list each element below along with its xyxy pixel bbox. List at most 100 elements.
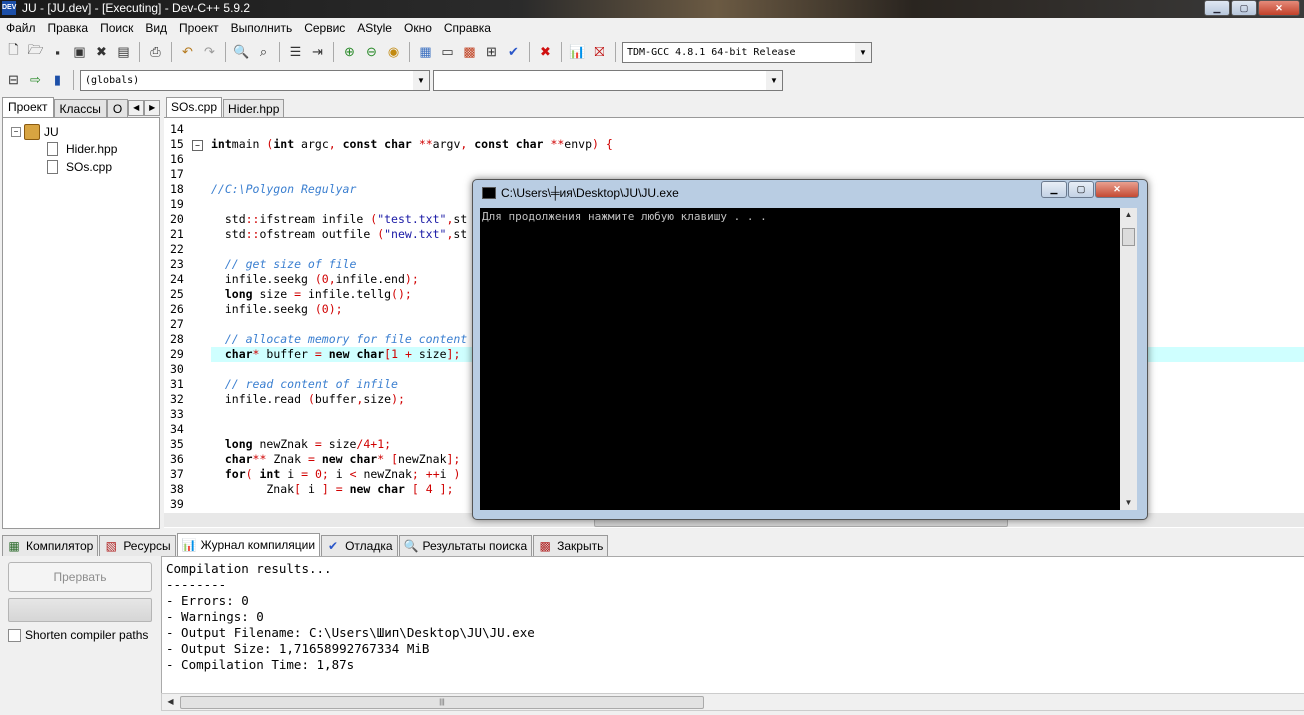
member-select[interactable]: ▼: [433, 69, 783, 91]
shorten-paths-option[interactable]: Shorten compiler paths: [8, 628, 148, 642]
replace-icon[interactable]: ⌕: [254, 43, 273, 62]
code-token: (: [314, 302, 322, 316]
compile-run-icon[interactable]: ▩: [460, 43, 479, 62]
redo-icon[interactable]: ↷: [200, 43, 219, 62]
remove-from-project-icon[interactable]: ⊖: [362, 43, 381, 62]
code-token: buffer: [314, 392, 357, 406]
compile-log[interactable]: Compilation results... -------- - Errors…: [161, 556, 1304, 695]
code-token: char: [211, 347, 253, 361]
new-file-icon[interactable]: 🗋: [4, 42, 23, 62]
maximize-button[interactable]: ▢: [1231, 0, 1257, 16]
close-file-icon[interactable]: ✖: [92, 43, 111, 62]
run-icon[interactable]: ▭: [438, 43, 457, 62]
indent-icon[interactable]: ☰: [286, 43, 305, 62]
open-file-icon[interactable]: 🗁: [26, 42, 45, 62]
menu-file[interactable]: Файл: [0, 21, 42, 35]
code-token: ]: [321, 482, 329, 496]
fold-icon[interactable]: −: [192, 140, 203, 151]
chevron-down-icon[interactable]: ▼: [766, 70, 782, 90]
tab-resources[interactable]: ▧ Ресурсы: [99, 535, 176, 556]
code-token: infile.end: [335, 272, 405, 286]
compile-icon[interactable]: ▦: [416, 43, 435, 62]
abort-button[interactable]: Прервать: [8, 562, 152, 592]
code-token: (: [314, 272, 322, 286]
tab-debug[interactable]: ✔ Отладка: [321, 535, 398, 556]
scrollbar-thumb[interactable]: |||: [180, 696, 704, 709]
code-token: size: [411, 347, 447, 361]
code-text: intmain (int argc, const char **argv, co…: [211, 137, 613, 152]
close-button[interactable]: ✕: [1258, 0, 1300, 16]
code-token: infile.tellg: [301, 287, 392, 301]
scroll-up-icon[interactable]: ▲: [1120, 208, 1137, 222]
tree-file-sos[interactable]: SOs.cpp: [47, 160, 112, 174]
tab-debug[interactable]: О: [106, 99, 129, 118]
toggle-bookmark-icon[interactable]: ⇨: [26, 71, 45, 90]
menu-help[interactable]: Справка: [438, 21, 497, 35]
window-title: JU - [JU.dev] - [Executing] - Dev-C++ 5.…: [22, 1, 251, 15]
profile-icon[interactable]: 📊: [568, 43, 587, 62]
tab-classes[interactable]: Классы: [53, 99, 107, 118]
console-vertical-scrollbar[interactable]: ▲ ▼: [1120, 208, 1137, 510]
console-minimize-button[interactable]: ▁: [1041, 181, 1067, 198]
menu-execute[interactable]: Выполнить: [225, 21, 299, 35]
tab-scroll-right-icon[interactable]: ▶: [144, 100, 161, 116]
menu-astyle[interactable]: AStyle: [351, 21, 398, 35]
menu-search[interactable]: Поиск: [94, 21, 139, 35]
code-token: "new.txt": [384, 227, 447, 241]
save-all-icon[interactable]: ▣: [70, 43, 89, 62]
menu-view[interactable]: Вид: [139, 21, 173, 35]
delete-profile-icon[interactable]: ⛝: [590, 43, 609, 62]
compiler-select[interactable]: TDM-GCC 4.8.1 64-bit Release ▼: [622, 41, 872, 63]
code-token: long: [211, 287, 253, 301]
scope-select[interactable]: (globals) ▼: [80, 69, 430, 91]
chevron-down-icon[interactable]: ▼: [413, 70, 429, 90]
scroll-down-icon[interactable]: ▼: [1120, 496, 1137, 510]
menu-project[interactable]: Проект: [173, 21, 225, 35]
code-token: ::: [245, 227, 260, 241]
tab-scroll-left-icon[interactable]: ◀: [128, 100, 145, 116]
tab-hider-hpp[interactable]: Hider.hpp: [223, 99, 285, 118]
minimize-button[interactable]: ▁: [1204, 0, 1230, 16]
project-options-icon[interactable]: ◉: [384, 43, 403, 62]
close-all-icon[interactable]: ▤: [114, 43, 133, 62]
goto-bookmark-icon[interactable]: ▮: [48, 71, 67, 90]
console-window[interactable]: C:\Users\╪ия\Desktop\JU\JU.exe ▁ ▢ ✕ Для…: [472, 179, 1148, 520]
scrollbar-thumb[interactable]: [1122, 228, 1135, 246]
add-to-project-icon[interactable]: ⊕: [340, 43, 359, 62]
code-text: Znak[ i ] = new char [ 4 ];: [211, 482, 453, 497]
console-maximize-button[interactable]: ▢: [1068, 181, 1094, 198]
menu-edit[interactable]: Правка: [42, 21, 95, 35]
line-number: 38: [170, 482, 184, 496]
scroll-left-icon[interactable]: ◀: [162, 695, 179, 709]
code-token: size: [252, 287, 295, 301]
tab-compile-log[interactable]: 📊 Журнал компиляции: [176, 533, 321, 556]
insert-icon[interactable]: ⊟: [4, 71, 23, 90]
tab-compiler[interactable]: ▦ Компилятор: [2, 535, 99, 556]
console-output[interactable]: Для продолжения нажмите любую клавишу . …: [480, 208, 1120, 510]
save-icon[interactable]: ▪: [48, 43, 67, 62]
tab-close[interactable]: ▩ Закрыть: [533, 535, 609, 556]
menu-window[interactable]: Окно: [398, 21, 438, 35]
tab-sos-cpp[interactable]: SOs.cpp: [166, 97, 223, 118]
menu-tools[interactable]: Сервис: [298, 21, 351, 35]
log-horizontal-scrollbar[interactable]: ◀ |||: [161, 693, 1304, 711]
print-icon[interactable]: ⎙: [146, 43, 165, 62]
collapse-icon[interactable]: −: [11, 127, 21, 137]
chevron-down-icon[interactable]: ▼: [855, 42, 871, 62]
tab-search-results[interactable]: 🔍 Результаты поиска: [398, 535, 533, 556]
rebuild-icon[interactable]: ⊞: [482, 43, 501, 62]
goto-line-icon[interactable]: ⇥: [308, 43, 327, 62]
shorten-paths-checkbox[interactable]: [8, 628, 21, 642]
tab-label: Журнал компиляции: [200, 538, 316, 552]
find-icon[interactable]: 🔍: [232, 43, 251, 62]
code-token: **: [550, 137, 565, 151]
syntax-check-icon[interactable]: ✔: [504, 43, 523, 62]
stop-icon[interactable]: ✖: [536, 43, 555, 62]
console-close-button[interactable]: ✕: [1095, 181, 1139, 198]
tree-project-node[interactable]: − JU: [11, 124, 59, 140]
tree-file-hider[interactable]: Hider.hpp: [47, 142, 117, 156]
tab-project[interactable]: Проект: [2, 97, 54, 118]
undo-icon[interactable]: ↶: [178, 43, 197, 62]
code-text: infile.seekg (0,infile.end);: [211, 272, 419, 287]
